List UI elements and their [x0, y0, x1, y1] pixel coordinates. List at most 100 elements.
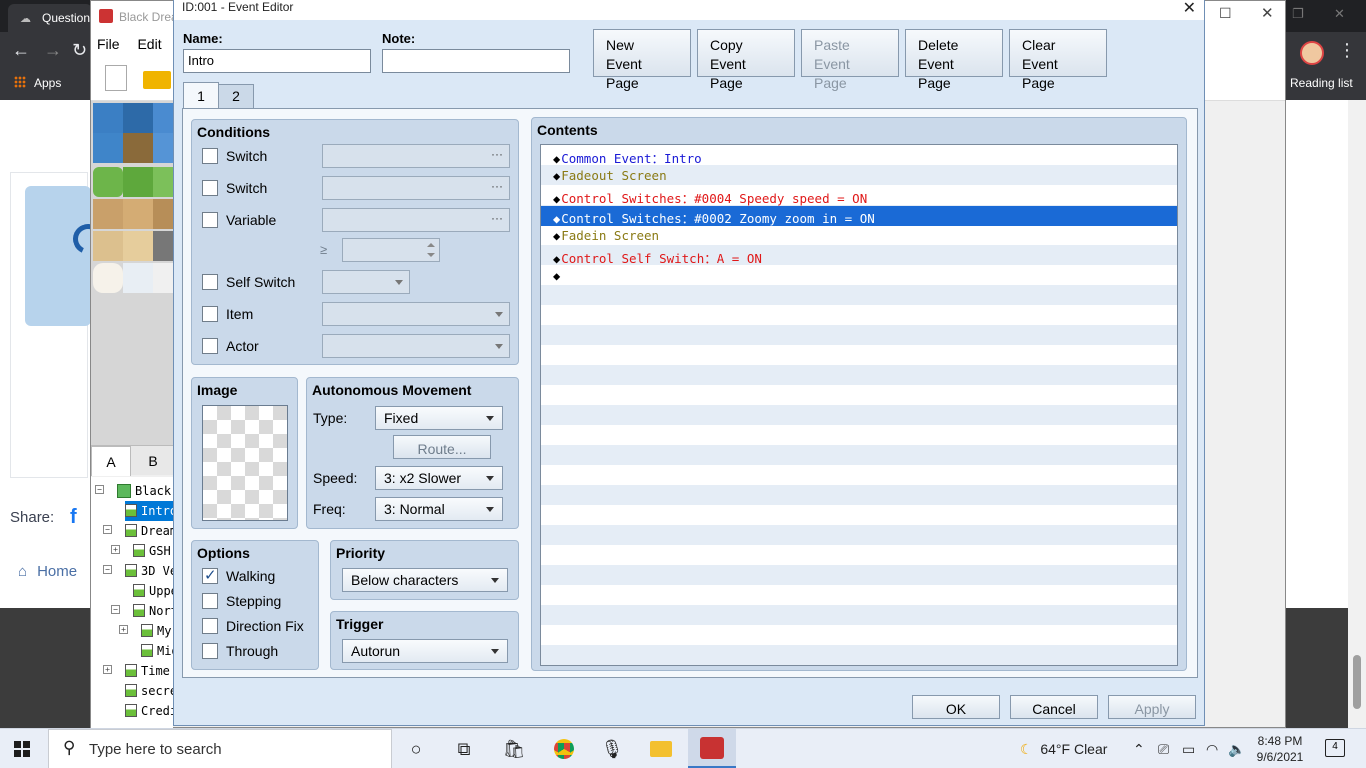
tile-water-2[interactable]: [153, 103, 173, 133]
tile-snow[interactable]: [93, 263, 123, 293]
map-tree-item[interactable]: Dreams: [125, 521, 173, 541]
item-checkbox[interactable]: [202, 306, 218, 322]
tile-water-3[interactable]: [93, 133, 123, 163]
reload-icon[interactable]: ↻: [72, 40, 87, 61]
open-project-icon[interactable]: [143, 71, 171, 89]
route-button[interactable]: Route...: [393, 435, 491, 459]
event-command-row[interactable]: ◆: [541, 266, 1177, 286]
store-icon[interactable]: 🛍: [500, 735, 528, 763]
switch2-select[interactable]: ···: [322, 176, 510, 200]
page-scrollbar[interactable]: [1348, 100, 1366, 728]
event-command-row[interactable]: ◆Fadeout Screen: [541, 166, 1177, 186]
tile-dirt[interactable]: [93, 199, 123, 229]
actor-select[interactable]: [322, 334, 510, 358]
map-tree-item[interactable]: Intro: [125, 501, 173, 521]
taskbar-search-input[interactable]: ⚲ Type here to search: [48, 729, 392, 768]
menu-file[interactable]: File: [97, 36, 120, 52]
variable-checkbox[interactable]: [202, 212, 218, 228]
self-switch-checkbox-row[interactable]: Self Switch: [202, 274, 295, 290]
reading-list-button[interactable]: Reading list: [1290, 76, 1353, 90]
event-command-row[interactable]: ◆Control Self Switch：A = ON: [541, 246, 1177, 266]
weather-widget[interactable]: ☾ 64°F Clear: [1020, 741, 1107, 758]
browser-restore-icon[interactable]: ❐: [1292, 6, 1304, 22]
tab-page-2[interactable]: 2: [218, 84, 254, 108]
forward-icon[interactable]: →: [44, 40, 62, 61]
variable-checkbox-row[interactable]: Variable: [202, 212, 276, 228]
new-event-page-button[interactable]: New Event Page: [593, 29, 691, 91]
back-icon[interactable]: ←: [12, 40, 30, 61]
tile-deep-water[interactable]: [123, 103, 153, 133]
rpg-maker-taskbar-app[interactable]: [688, 729, 736, 768]
tile-dirt-3[interactable]: [153, 199, 173, 229]
spin-down-icon[interactable]: [427, 253, 435, 257]
apply-button[interactable]: Apply: [1108, 695, 1196, 719]
profile-avatar[interactable]: [1300, 41, 1324, 65]
meet-now-icon[interactable]: ⎚: [1158, 741, 1169, 758]
delete-event-page-button[interactable]: Delete Event Page: [905, 29, 1003, 91]
paste-event-page-button[interactable]: Paste Event Page: [801, 29, 899, 91]
event-command-list[interactable]: ◆Common Event：Intro ◆Fadeout Screen ◆Contr…: [540, 144, 1178, 666]
copy-event-page-button[interactable]: Copy Event Page: [697, 29, 795, 91]
map-tree-item[interactable]: My: [141, 621, 173, 641]
cancel-button[interactable]: Cancel: [1010, 695, 1098, 719]
windows-start-icon[interactable]: [14, 741, 30, 757]
tile-ice[interactable]: [123, 263, 153, 293]
tile-stone[interactable]: [153, 231, 173, 261]
switch2-checkbox[interactable]: [202, 180, 218, 196]
map-tree-item[interactable]: Black D: [117, 481, 173, 501]
variable-select[interactable]: ···: [322, 208, 510, 232]
new-project-icon[interactable]: [105, 65, 127, 91]
wifi-icon[interactable]: ◠: [1206, 741, 1218, 758]
file-explorer-icon[interactable]: [647, 735, 675, 763]
switch2-checkbox-row[interactable]: Switch: [202, 180, 267, 196]
maximize-icon[interactable]: ☐: [1219, 5, 1232, 22]
spin-up-icon[interactable]: [427, 243, 435, 247]
movement-speed-select[interactable]: 3: x2 Slower: [375, 466, 503, 490]
tab-page-1[interactable]: 1: [183, 82, 219, 109]
event-command-row[interactable]: ◆Control Switches：#0002 Zoomy zoom in = …: [541, 206, 1177, 226]
window-close-icon[interactable]: ✕: [1261, 4, 1274, 22]
cortana-icon[interactable]: ○: [402, 735, 430, 763]
walking-checkbox-row[interactable]: Walking: [202, 566, 275, 584]
self-switch-select[interactable]: [322, 270, 410, 294]
item-select[interactable]: [322, 302, 510, 326]
tileset-tab-b[interactable]: B: [133, 446, 173, 476]
map-tree-item[interactable]: Time E: [125, 661, 173, 681]
item-checkbox-row[interactable]: Item: [202, 306, 253, 322]
event-command-row[interactable]: ◆Fadein Screen: [541, 226, 1177, 246]
switch1-select[interactable]: ···: [322, 144, 510, 168]
event-image-preview[interactable]: [202, 405, 288, 521]
ok-button[interactable]: OK: [912, 695, 1000, 719]
tileset-palette[interactable]: [91, 101, 173, 445]
actor-checkbox-row[interactable]: Actor: [202, 338, 259, 354]
map-tree-item[interactable]: Mid: [141, 641, 173, 661]
clear-event-page-button[interactable]: Clear Event Page: [1009, 29, 1107, 91]
expand-icon[interactable]: +: [103, 665, 112, 674]
browser-menu-icon[interactable]: ⋮: [1338, 40, 1356, 61]
volume-icon[interactable]: 🔈: [1228, 741, 1245, 758]
tile-rock[interactable]: [123, 133, 153, 163]
direction-fix-checkbox-row[interactable]: Direction Fix: [202, 618, 304, 634]
collapse-icon[interactable]: −: [95, 485, 104, 494]
switch1-checkbox[interactable]: [202, 148, 218, 164]
show-hidden-icons-icon[interactable]: ⌃: [1133, 741, 1145, 758]
switch1-checkbox-row[interactable]: Switch: [202, 148, 267, 164]
map-tree-item[interactable]: 3D Ver: [125, 561, 173, 581]
microphone-app-icon[interactable]: 🎙: [598, 735, 626, 763]
direction-fix-checkbox[interactable]: [202, 618, 218, 634]
tile-water-4[interactable]: [153, 133, 173, 163]
walking-checkbox[interactable]: [202, 566, 218, 584]
tileset-tab-a[interactable]: A: [91, 446, 131, 476]
map-tree-item[interactable]: Credit: [125, 701, 173, 721]
taskbar-clock[interactable]: 8:48 PM 9/6/2021: [1248, 733, 1312, 765]
tile-sand-2[interactable]: [123, 231, 153, 261]
stepping-checkbox-row[interactable]: Stepping: [202, 593, 281, 609]
battery-icon[interactable]: ▭: [1182, 741, 1195, 758]
tile-water[interactable]: [93, 103, 123, 133]
dialog-close-icon[interactable]: ✕: [1183, 0, 1196, 18]
collapse-icon[interactable]: −: [103, 565, 112, 574]
expand-icon[interactable]: +: [119, 625, 128, 634]
browser-tab[interactable]: ☁ Question: [8, 4, 92, 32]
movement-freq-select[interactable]: 3: Normal: [375, 497, 503, 521]
name-input[interactable]: Intro: [183, 49, 371, 73]
